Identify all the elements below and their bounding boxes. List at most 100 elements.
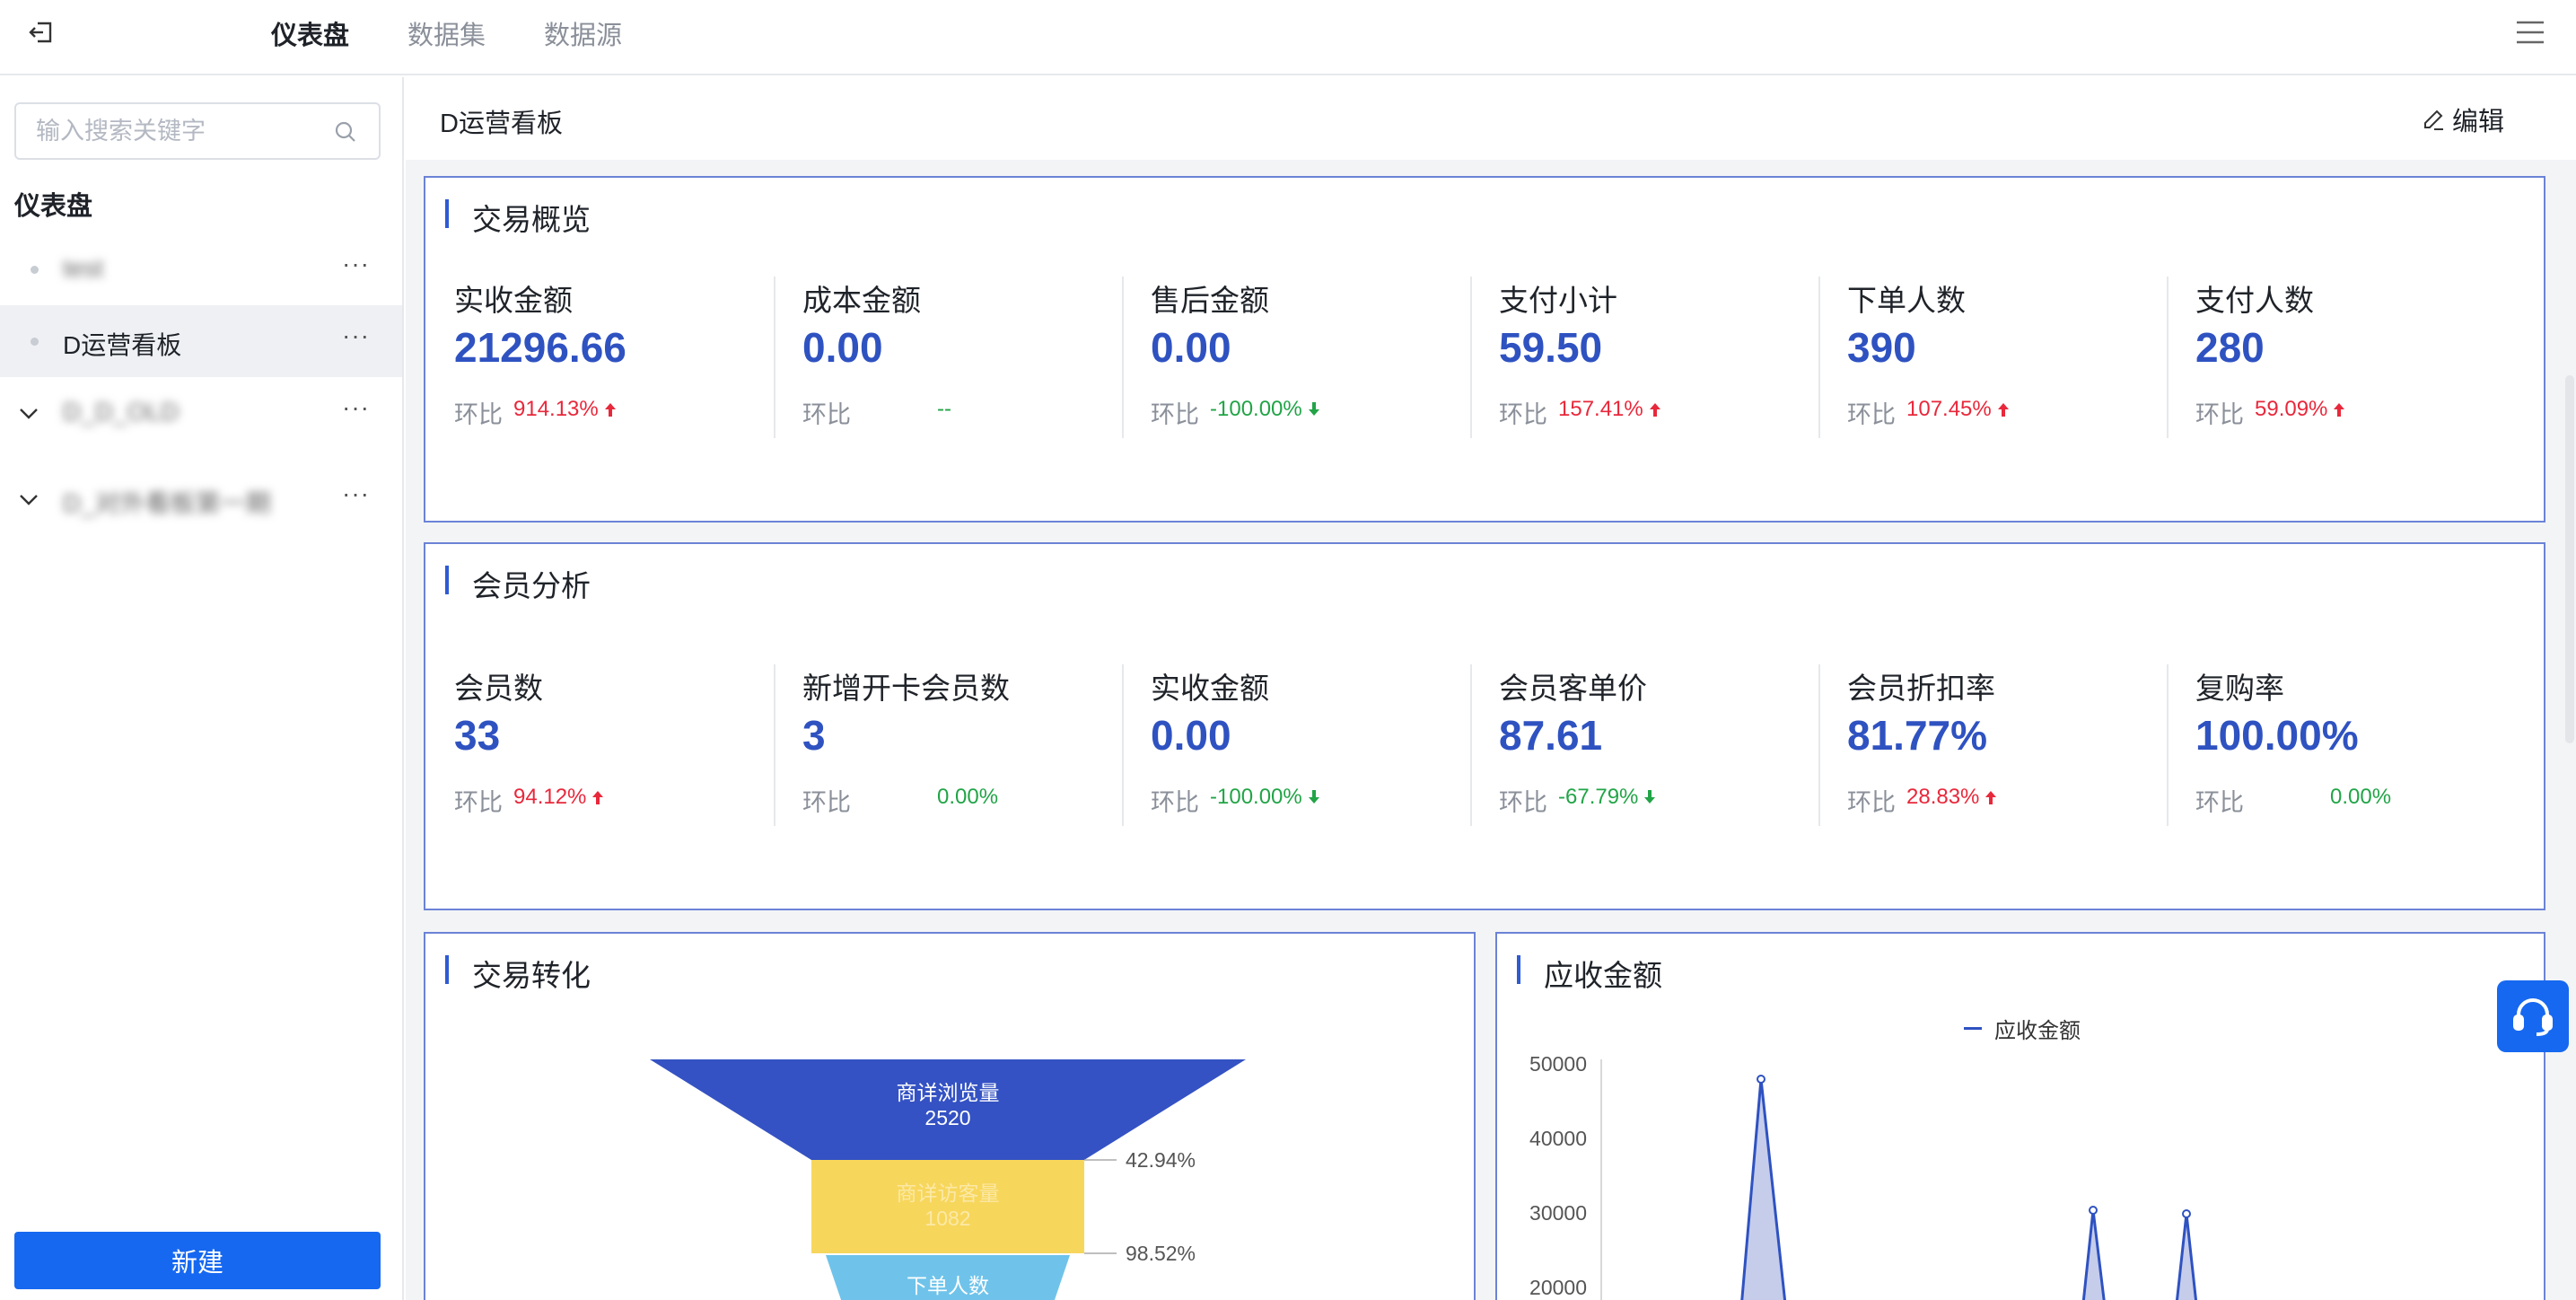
compare-percent-value: -67.79% (1558, 785, 1639, 809)
arrow-up-icon (604, 403, 616, 417)
card-title: 交易概览 (445, 196, 591, 239)
chevron-down-icon[interactable] (18, 488, 39, 510)
sidebar-group-external[interactable]: D_对外看板第一期 ··· (0, 463, 402, 535)
metric-label: 支付人数 (2195, 284, 2314, 317)
metrics-row: 实收金额 21296.66 环比 914.13% 成本金额 0.00 环比 -- 售后金额 0.0… (425, 277, 2544, 438)
metric-label: 实收金额 (454, 284, 573, 317)
pencil-icon (2423, 110, 2443, 130)
sidebar-item-label: test (63, 254, 104, 282)
compare-percent: 59.09% (2255, 397, 2345, 422)
compare-percent: -100.00% (1210, 785, 1320, 810)
compare-percent-value: -100.00% (1210, 785, 1302, 809)
sidebar-item-label: D_D_OLD (63, 398, 180, 426)
sidebar-group-d-old[interactable]: D_D_OLD ··· (0, 377, 402, 449)
compare-percent-value: -- (937, 397, 951, 421)
compare-label: 环比 (2195, 401, 2244, 428)
metric-value: 100.00% (2195, 712, 2359, 759)
compare-percent: 107.45% (1906, 397, 2010, 422)
metric-value: 33 (454, 712, 501, 759)
arrow-up-icon (592, 791, 604, 804)
metric-label: 支付小计 (1499, 284, 1617, 317)
main-content: D运营看板 编辑 交易概览 实收金额 21296.66 环比 914.13% 成本金额 0… (406, 77, 2576, 1300)
compare-percent: -67.79% (1558, 785, 1656, 810)
bullet-icon (31, 266, 39, 274)
arrow-down-icon (1308, 402, 1319, 416)
more-icon[interactable]: ··· (342, 393, 370, 422)
scrollbar[interactable] (2565, 375, 2574, 743)
more-icon[interactable]: ··· (342, 250, 370, 278)
metric-label: 成本金额 (802, 284, 921, 317)
edit-label: 编辑 (2451, 108, 2504, 136)
metrics-row: 会员数 33 环比 94.12% 新增开卡会员数 3 环比 0.00% 实收金额 0.00 环比 -1… (425, 664, 2544, 826)
data-point[interactable] (2089, 1206, 2098, 1215)
sidebar-item-d-dashboard[interactable]: D运营看板 ··· (0, 305, 402, 377)
compare-percent: 157.41% (1558, 397, 1661, 422)
menu-icon[interactable] (2515, 18, 2545, 47)
compare-percent: 0.00% (2330, 785, 2391, 810)
card-member-analysis: 会员分析 会员数 33 环比 94.12% 新增开卡会员数 3 环比 0.00% 实收金额 0.0… (424, 542, 2545, 910)
card-trade-conversion: 交易转化 商详浏览量 2520 商详访客量 1082 下单人数 1066 42.… (424, 932, 1476, 1300)
sidebar-item-test[interactable]: test ··· (0, 233, 402, 305)
chevron-down-icon[interactable] (18, 402, 39, 424)
metric-label: 会员客单价 (1499, 672, 1647, 705)
more-icon[interactable]: ··· (342, 479, 370, 508)
more-icon[interactable]: ··· (342, 321, 370, 350)
compare-percent: 0.00% (937, 785, 998, 810)
compare-percent-value: 914.13% (513, 397, 599, 421)
metric-card: 支付人数 280 环比 59.09% (2167, 277, 2515, 438)
compare-percent-value: 107.45% (1906, 397, 1992, 421)
compare-percent: -- (937, 397, 951, 422)
funnel-stage-1-value: 2520 (924, 1106, 970, 1129)
data-point[interactable] (2182, 1209, 2191, 1218)
arrow-down-icon (1644, 790, 1656, 804)
headset-icon (2513, 998, 2553, 1036)
data-point[interactable] (1757, 1075, 1766, 1084)
funnel-stage-3-name: 下单人数 (907, 1274, 989, 1297)
exit-icon[interactable] (27, 18, 56, 47)
compare-label: 环比 (802, 401, 851, 428)
metric-card: 实收金额 21296.66 环比 914.13% (425, 277, 774, 438)
y-tick-label: 40000 (1529, 1127, 1587, 1150)
metric-value: 0.00 (802, 324, 883, 371)
metric-value: 59.50 (1499, 324, 1603, 371)
customer-service-button[interactable] (2497, 980, 2569, 1052)
arrow-up-icon (1997, 403, 2009, 417)
compare-percent-value: 0.00% (937, 785, 999, 809)
search-input[interactable] (36, 104, 332, 158)
funnel-stage-1-name: 商详浏览量 (897, 1081, 1000, 1104)
compare-label: 环比 (454, 401, 503, 428)
funnel-chart: 商详浏览量 2520 商详访客量 1082 下单人数 1066 42.94% 9… (650, 1059, 1246, 1300)
compare-percent: 914.13% (513, 397, 617, 422)
metric-value: 390 (1847, 324, 1916, 371)
metric-value: 280 (2195, 324, 2265, 371)
compare-label: 环比 (1499, 789, 1547, 816)
area-chart: 50000 40000 30000 20000 (1529, 1052, 2199, 1300)
y-tick-label: 30000 (1529, 1201, 1587, 1225)
tab-datasets[interactable]: 数据集 (407, 14, 486, 52)
area-peak[interactable] (2081, 1209, 2107, 1300)
compare-label: 环比 (1847, 401, 1896, 428)
compare-label: 环比 (802, 789, 851, 816)
tab-dashboard[interactable]: 仪表盘 (271, 14, 349, 52)
metric-value: 21296.66 (454, 324, 626, 371)
metric-label: 新增开卡会员数 (802, 672, 1010, 705)
funnel-rate-1: 42.94% (1126, 1148, 1196, 1172)
dashboard-canvas[interactable]: 交易概览 实收金额 21296.66 环比 914.13% 成本金额 0.00 环比 -- 售后… (406, 160, 2576, 1300)
edit-button[interactable]: 编辑 (2422, 101, 2504, 138)
area-peak[interactable] (1739, 1078, 1788, 1300)
compare-percent-value: -100.00% (1210, 397, 1302, 421)
tab-datasources[interactable]: 数据源 (544, 14, 622, 52)
metric-card: 售后金额 0.00 环比 -100.00% (1122, 277, 1470, 438)
search-icon[interactable] (334, 120, 357, 144)
new-button[interactable]: 新建 (14, 1232, 381, 1289)
area-peak[interactable] (2174, 1213, 2199, 1300)
metric-card: 会员折扣率 81.77% 环比 28.83% (1818, 664, 2167, 826)
sidebar-item-label: D运营看板 (63, 331, 182, 359)
compare-label: 环比 (1499, 401, 1547, 428)
metric-label: 售后金额 (1151, 284, 1269, 317)
metric-card: 支付小计 59.50 环比 157.41% (1470, 277, 1818, 438)
compare-label: 环比 (454, 789, 503, 816)
metric-card: 实收金额 0.00 环比 -100.00% (1122, 664, 1470, 826)
compare-percent-value: 157.41% (1558, 397, 1643, 421)
funnel-stage-2-name: 商详访客量 (897, 1181, 1000, 1205)
